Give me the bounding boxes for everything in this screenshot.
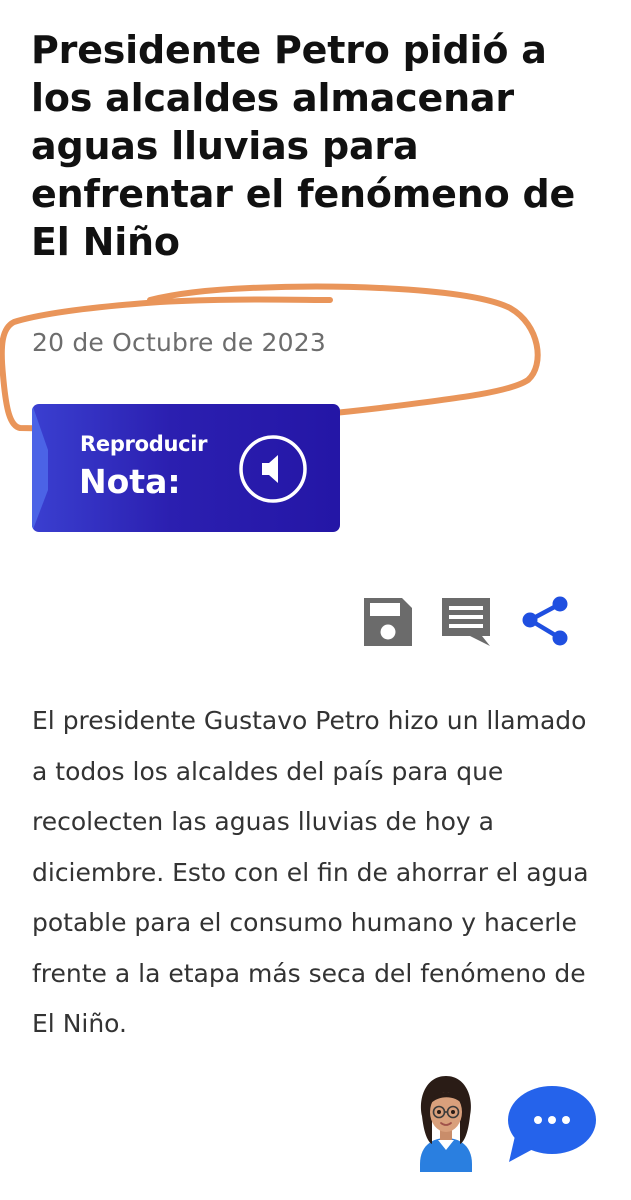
assistant-avatar-icon[interactable]	[410, 1068, 482, 1172]
chat-bubble-icon[interactable]	[505, 1084, 597, 1164]
note-label: Nota:	[79, 462, 181, 501]
speaker-icon[interactable]	[238, 434, 308, 504]
article-body: El presidente Gustavo Petro hizo un llam…	[32, 706, 589, 1038]
comment-icon[interactable]	[438, 594, 494, 650]
article-date: 20 de Octubre de 2023	[32, 328, 326, 357]
article-headline: Presidente Petro pidió a los alcaldes al…	[31, 28, 576, 264]
play-note-button[interactable]: Reproducir Nota:	[32, 404, 340, 532]
share-icon[interactable]	[518, 594, 574, 650]
play-note-label: Reproducir	[80, 432, 208, 456]
save-icon[interactable]	[360, 594, 416, 650]
card-edge-decoration	[32, 404, 48, 532]
